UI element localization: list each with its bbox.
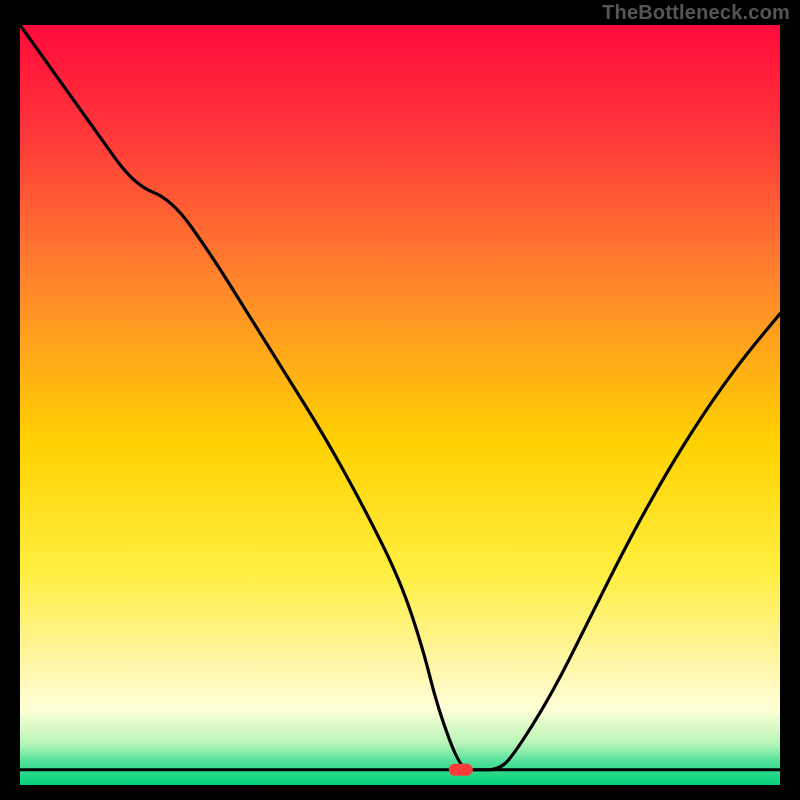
gradient-background [20,25,780,785]
chart-container: TheBottleneck.com [0,0,800,800]
watermark-text: TheBottleneck.com [602,2,790,25]
optimum-marker [449,764,473,776]
chart-svg [20,25,780,785]
plot-area [20,25,780,785]
